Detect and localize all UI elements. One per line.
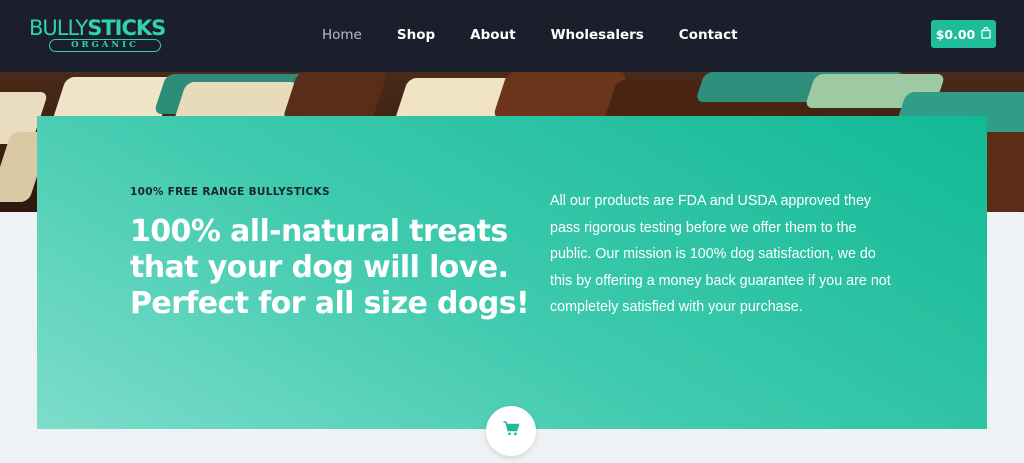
nav-item-home[interactable]: Home xyxy=(322,27,362,43)
floating-cart-button[interactable] xyxy=(486,406,536,456)
hero-eyebrow: 100% FREE RANGE BULLYSTICKS xyxy=(130,186,330,198)
nav-item-contact[interactable]: Contact xyxy=(679,27,738,43)
cart-total: $0.00 xyxy=(935,26,976,42)
logo-subtitle: ORGANIC xyxy=(49,39,161,52)
logo-wordmark: BULLYSTICKS xyxy=(29,16,166,40)
hero-headline: 100% all-natural treats that your dog wi… xyxy=(130,214,530,321)
nav-item-about[interactable]: About xyxy=(470,27,515,43)
nav-item-wholesalers[interactable]: Wholesalers xyxy=(551,27,644,43)
hero-description: All our products are FDA and USDA approv… xyxy=(550,193,891,315)
hero-panel: 100% FREE RANGE BULLYSTICKS 100% all-nat… xyxy=(37,116,987,429)
cart-button[interactable]: $0.00 xyxy=(931,20,996,48)
site-logo[interactable]: BULLYSTICKS ORGANIC xyxy=(29,17,166,53)
shopping-cart-icon xyxy=(503,421,520,441)
main-nav: Home Shop About Wholesalers Contact xyxy=(322,26,738,44)
nav-item-shop[interactable]: Shop xyxy=(397,27,435,43)
site-header: BULLYSTICKS ORGANIC Home Shop About Whol… xyxy=(0,0,1024,72)
shopping-bag-icon xyxy=(981,26,991,42)
